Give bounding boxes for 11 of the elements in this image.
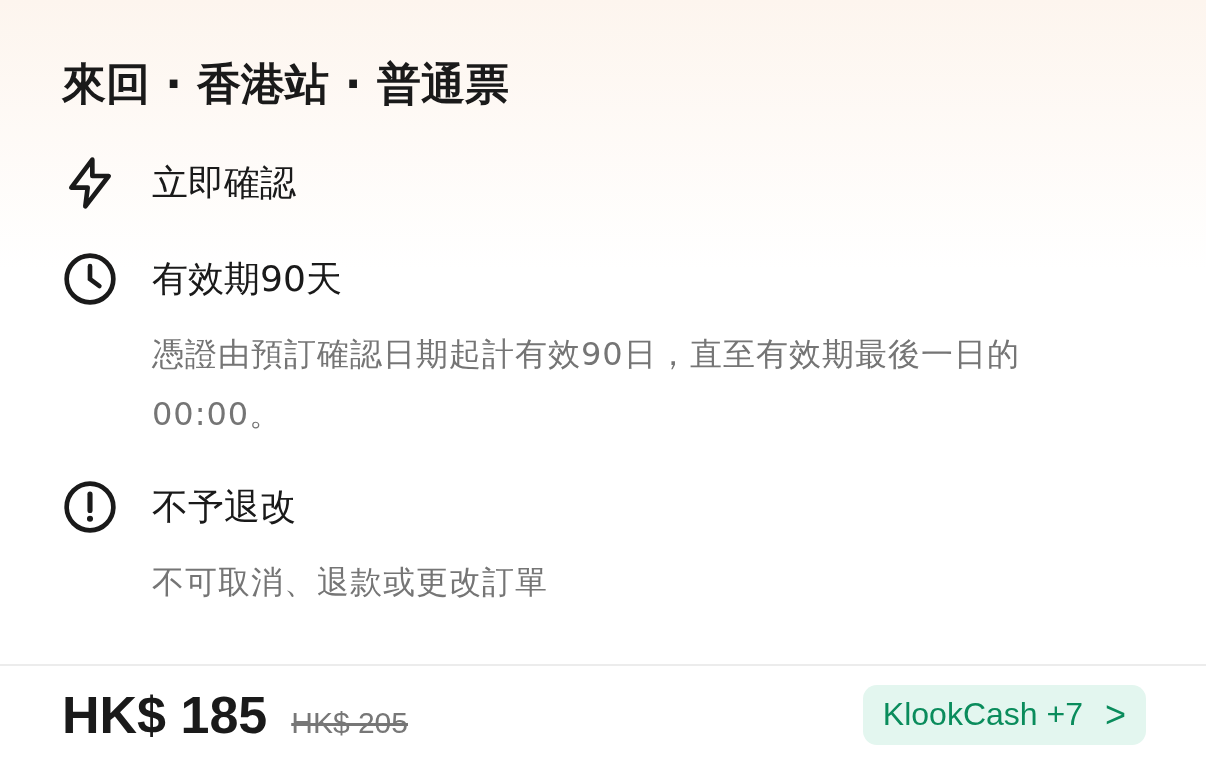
ticket-title: 來回 · 香港站 · 普通票: [62, 57, 510, 111]
klookcash-button[interactable]: KlookCash +7 >: [862, 684, 1146, 745]
current-price: HK$ 185: [62, 684, 268, 745]
clock-icon: [62, 251, 118, 307]
feature-title: 有效期90天: [152, 257, 342, 301]
feature-description: 不可取消、退款或更改訂單: [152, 562, 549, 603]
alert-icon: [62, 479, 118, 535]
original-price: HK$ 205: [291, 705, 408, 740]
feature-title: 不予退改: [152, 485, 296, 529]
feature-title: 立即確認: [152, 161, 296, 205]
feature-description: 憑證由預訂確認日期起計有效90日，直至有效期最後一日的00:00。: [152, 334, 1021, 435]
